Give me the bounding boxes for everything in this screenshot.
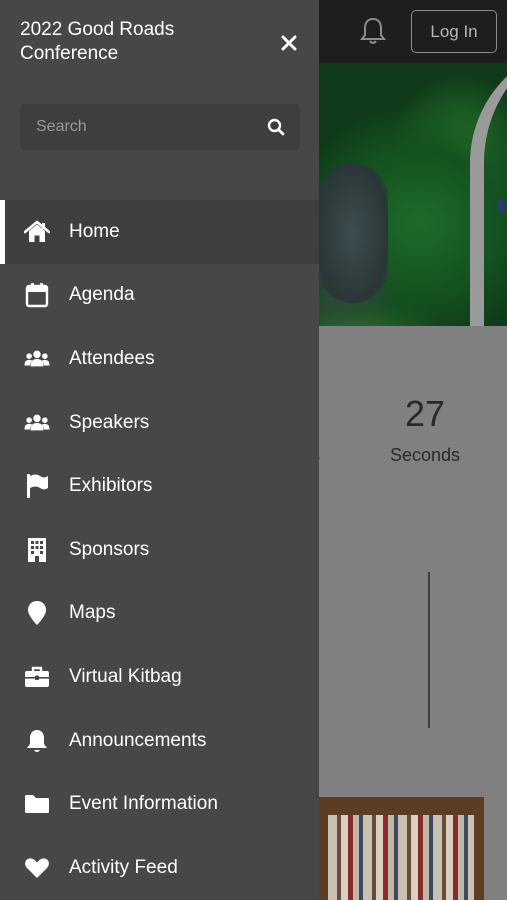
menu-item-virtual-kitbag[interactable]: Virtual Kitbag [0,645,319,709]
menu-item-attendees[interactable]: Attendees [0,327,319,391]
hero-road [470,63,507,326]
menu-label-speakers: Speakers [69,411,150,433]
menu-item-agenda[interactable]: Agenda [0,264,319,328]
menu-item-announcements[interactable]: Announcements [0,709,319,773]
menu-label-virtual-kitbag: Virtual Kitbag [69,665,182,687]
books [328,815,474,900]
menu-item-activity-feed[interactable]: Activity Feed [0,836,319,900]
menu-item-sponsors[interactable]: Sponsors [0,518,319,582]
menu-label-maps: Maps [69,602,116,624]
calendar-icon [24,282,50,308]
menu-item-home[interactable]: Home [0,200,319,264]
bell-icon [24,728,50,754]
navigation-drawer: 2022 Good Roads Conference Home [0,0,319,900]
menu-label-announcements: Announcements [69,729,207,751]
drawer-title-line2: Conference [20,43,119,64]
drawer-menu: Home Agenda Attendees Speakers Exhibitor… [0,200,319,900]
home-icon [24,219,50,245]
menu-label-agenda: Agenda [69,284,135,306]
menu-label-home: Home [69,220,120,242]
notifications-button[interactable] [352,10,394,52]
login-button[interactable]: Log In [411,10,497,53]
close-button[interactable] [274,28,304,58]
close-icon [281,35,297,51]
hero-car [497,200,505,212]
drawer-title: 2022 Good Roads Conference [20,18,240,66]
drawer-title-line1: 2022 Good Roads [20,19,175,40]
map-pin-icon [24,600,50,626]
flag-icon [24,473,50,499]
countdown-seconds-label: Seconds [389,445,461,465]
menu-item-speakers[interactable]: Speakers [0,391,319,455]
users-icon [24,346,50,372]
menu-label-sponsors: Sponsors [69,538,150,560]
briefcase-icon [24,664,50,690]
hero-water [318,163,388,303]
countdown-seconds-value: 27 [404,393,446,434]
building-icon [24,537,50,563]
search-input[interactable] [36,118,266,136]
heart-icon [24,855,50,881]
search-box [20,104,300,150]
menu-item-event-information[interactable]: Event Information [0,772,319,836]
menu-label-attendees: Attendees [69,347,155,369]
search-icon[interactable] [266,117,286,137]
bookshelf-image [318,797,484,900]
folder-icon [24,791,50,817]
vertical-divider [428,572,430,728]
menu-label-exhibitors: Exhibitors [69,475,153,497]
users-icon [24,410,50,436]
menu-label-event-information: Event Information [69,793,218,815]
menu-item-maps[interactable]: Maps [0,582,319,646]
menu-item-exhibitors[interactable]: Exhibitors [0,454,319,518]
menu-label-activity-feed: Activity Feed [69,856,178,878]
bell-icon [360,17,386,44]
